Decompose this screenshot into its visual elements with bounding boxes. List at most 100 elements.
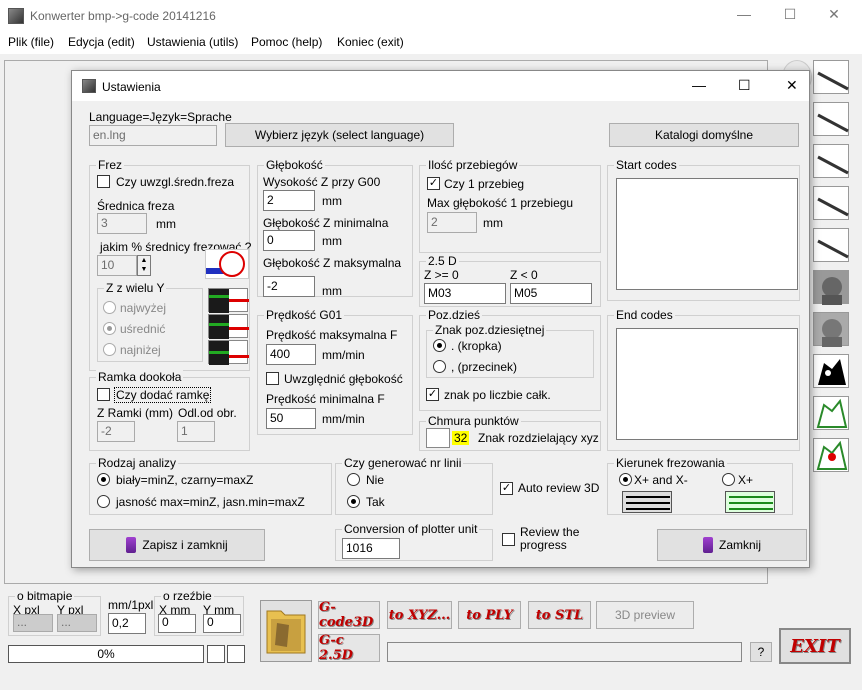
minimize-button[interactable]: —: [730, 6, 758, 26]
depth-group: Głębokość Wysokość Z przy G00 2 mm Głębo…: [257, 158, 413, 298]
direction-group-title: Kierunek frezowania: [614, 456, 727, 470]
direction-both-radio[interactable]: [619, 473, 632, 486]
direction-both-label: X+ and X-: [634, 473, 688, 487]
save-and-close-button[interactable]: Zapisz i zamknij: [89, 529, 265, 561]
menu-help[interactable]: Pomoc (help): [251, 35, 322, 49]
start-codes-textarea[interactable]: [616, 178, 798, 290]
default-folders-button[interactable]: Katalogi domyślne: [609, 123, 799, 147]
close-button[interactable]: ✕: [820, 6, 848, 26]
max-speed-label: Prędkość maksymalna F: [266, 328, 398, 342]
direction-xplus-radio[interactable]: [722, 473, 735, 486]
one-pass-checkbox[interactable]: ✓: [427, 177, 440, 190]
after-integer-checkbox[interactable]: ✓: [426, 388, 439, 401]
line-numbers-yes-radio[interactable]: [347, 495, 360, 508]
image-preview-bw[interactable]: [813, 354, 849, 388]
line-numbers-no-radio[interactable]: [347, 473, 360, 486]
exit-button[interactable]: EXIT: [779, 628, 851, 664]
end-codes-title: End codes: [614, 308, 675, 322]
z-average-radio[interactable]: [103, 322, 116, 335]
analysis-brightness-label: jasność max=minZ, jasn.min=maxZ: [116, 495, 305, 509]
analysis-group-title: Rodzaj analizy: [96, 456, 179, 470]
decimal-dot-radio[interactable]: [433, 339, 446, 352]
z-min-label: Głębokość Z minimalna: [263, 216, 389, 230]
line-numbers-title: Czy generować nr linii: [342, 456, 464, 470]
image-preview-gray-1[interactable]: [813, 270, 849, 305]
review-progress-checkbox[interactable]: [502, 533, 515, 546]
cutter-preview-4[interactable]: [813, 186, 849, 220]
plotter-group: Conversion of plotter unit 1016: [335, 522, 493, 561]
menu-settings[interactable]: Ustawienia (utils): [147, 35, 238, 49]
window-title: Konwerter bmp->g-code 20141216: [30, 9, 216, 23]
frame-z-label: Z Ramki (mm): [97, 406, 173, 420]
language-input[interactable]: en.lng: [89, 125, 217, 146]
dialog-close-action-button[interactable]: Zamknij: [657, 529, 807, 561]
frame-offset-input[interactable]: 1: [177, 421, 215, 442]
image-preview-gray-2[interactable]: [813, 312, 849, 347]
help-button[interactable]: ?: [750, 642, 772, 662]
add-frame-checkbox[interactable]: [97, 388, 110, 401]
end-codes-textarea[interactable]: [616, 328, 798, 440]
gc25d-button[interactable]: G-c 2.5D: [318, 633, 380, 663]
select-language-button[interactable]: Wybierz język (select language): [225, 123, 454, 147]
save-and-close-label: Zapisz i zamknij: [142, 538, 228, 552]
open-folder-button[interactable]: [260, 600, 312, 662]
image-preview-green-2[interactable]: [813, 438, 849, 472]
dialog-close-button[interactable]: ✕: [786, 77, 798, 94]
carving-x-value: 0: [158, 614, 196, 633]
cutter-circle-preview: [205, 249, 249, 279]
dialog-maximize-button[interactable]: ☐: [738, 77, 751, 94]
cutter-diameter-input[interactable]: 3: [97, 213, 147, 234]
line-numbers-group: Czy generować nr linii Nie Tak: [335, 456, 493, 515]
menu-file[interactable]: Plik (file): [8, 35, 54, 49]
analysis-white-min-radio[interactable]: [97, 473, 110, 486]
cutter-preview-1[interactable]: [813, 60, 849, 94]
cutter-percent-input[interactable]: 10: [97, 255, 137, 276]
percent-spinner[interactable]: ▲ ▼: [137, 255, 151, 276]
maximize-button[interactable]: ☐: [776, 6, 804, 26]
decimal-comma-label: , (przecinek): [451, 360, 518, 374]
include-depth-checkbox[interactable]: [266, 372, 279, 385]
frame-z-input[interactable]: -2: [97, 421, 135, 442]
decimal-comma-radio[interactable]: [433, 360, 446, 373]
menu-exit[interactable]: Koniec (exit): [337, 35, 404, 49]
point-cloud-group: Chmura punktów 32 Znak rozdzielający xyz: [419, 414, 601, 451]
progress-bar: 0%: [8, 645, 204, 663]
3d-preview-button[interactable]: 3D preview: [596, 601, 694, 629]
plotter-unit-input[interactable]: 1016: [342, 538, 400, 559]
mm-per-pixel-input[interactable]: 0,2: [108, 613, 146, 634]
speed-group-title: Prędkość G01: [264, 308, 345, 322]
z-min-input[interactable]: 0: [263, 230, 315, 251]
z-lowest-preview: [208, 340, 249, 365]
to-stl-button[interactable]: to STL: [528, 601, 591, 629]
max-pass-depth-label: Max głębokość 1 przebiegu: [427, 196, 574, 210]
analysis-brightness-radio[interactable]: [97, 495, 110, 508]
dialog-minimize-button[interactable]: —: [692, 77, 706, 93]
point-cloud-separator[interactable]: 32: [452, 431, 470, 445]
cutter-preview-5[interactable]: [813, 228, 849, 262]
passes-group-title: Ilość przebiegów: [426, 158, 520, 172]
max-speed-input[interactable]: 400: [266, 344, 316, 365]
to-ply-button[interactable]: to PLY: [458, 601, 521, 629]
z-lt-input[interactable]: M05: [510, 283, 592, 304]
auto-review-checkbox[interactable]: ✓: [500, 482, 513, 495]
cutter-preview-2[interactable]: [813, 102, 849, 136]
max-pass-depth-input[interactable]: 2: [427, 212, 477, 233]
z-max-input[interactable]: -2: [263, 276, 315, 297]
min-speed-input[interactable]: 50: [266, 408, 316, 429]
z-highest-radio[interactable]: [103, 301, 116, 314]
z-average-label: uśrednić: [120, 322, 166, 336]
z-lowest-radio[interactable]: [103, 343, 116, 356]
z-g00-label: Wysokość Z przy G00: [263, 175, 381, 189]
to-xyz-button[interactable]: to XYZ...: [387, 601, 452, 629]
gcode3d-button[interactable]: G-code3D: [318, 600, 380, 630]
d25-group: 2.5 D Z >= 0 Z < 0 M03 M05: [419, 254, 601, 307]
z-ge-input[interactable]: M03: [424, 283, 506, 304]
menu-edit[interactable]: Edycja (edit): [68, 35, 135, 49]
close-icon: [702, 537, 713, 553]
one-pass-label: Czy 1 przebieg: [444, 177, 525, 191]
avg-cutter-checkbox[interactable]: [97, 175, 110, 188]
z-multi-y-group: Z z wielu Y najwyżej uśrednić najniżej: [97, 281, 203, 362]
cutter-preview-3[interactable]: [813, 144, 849, 178]
image-preview-green-1[interactable]: [813, 396, 849, 430]
z-g00-input[interactable]: 2: [263, 190, 315, 211]
